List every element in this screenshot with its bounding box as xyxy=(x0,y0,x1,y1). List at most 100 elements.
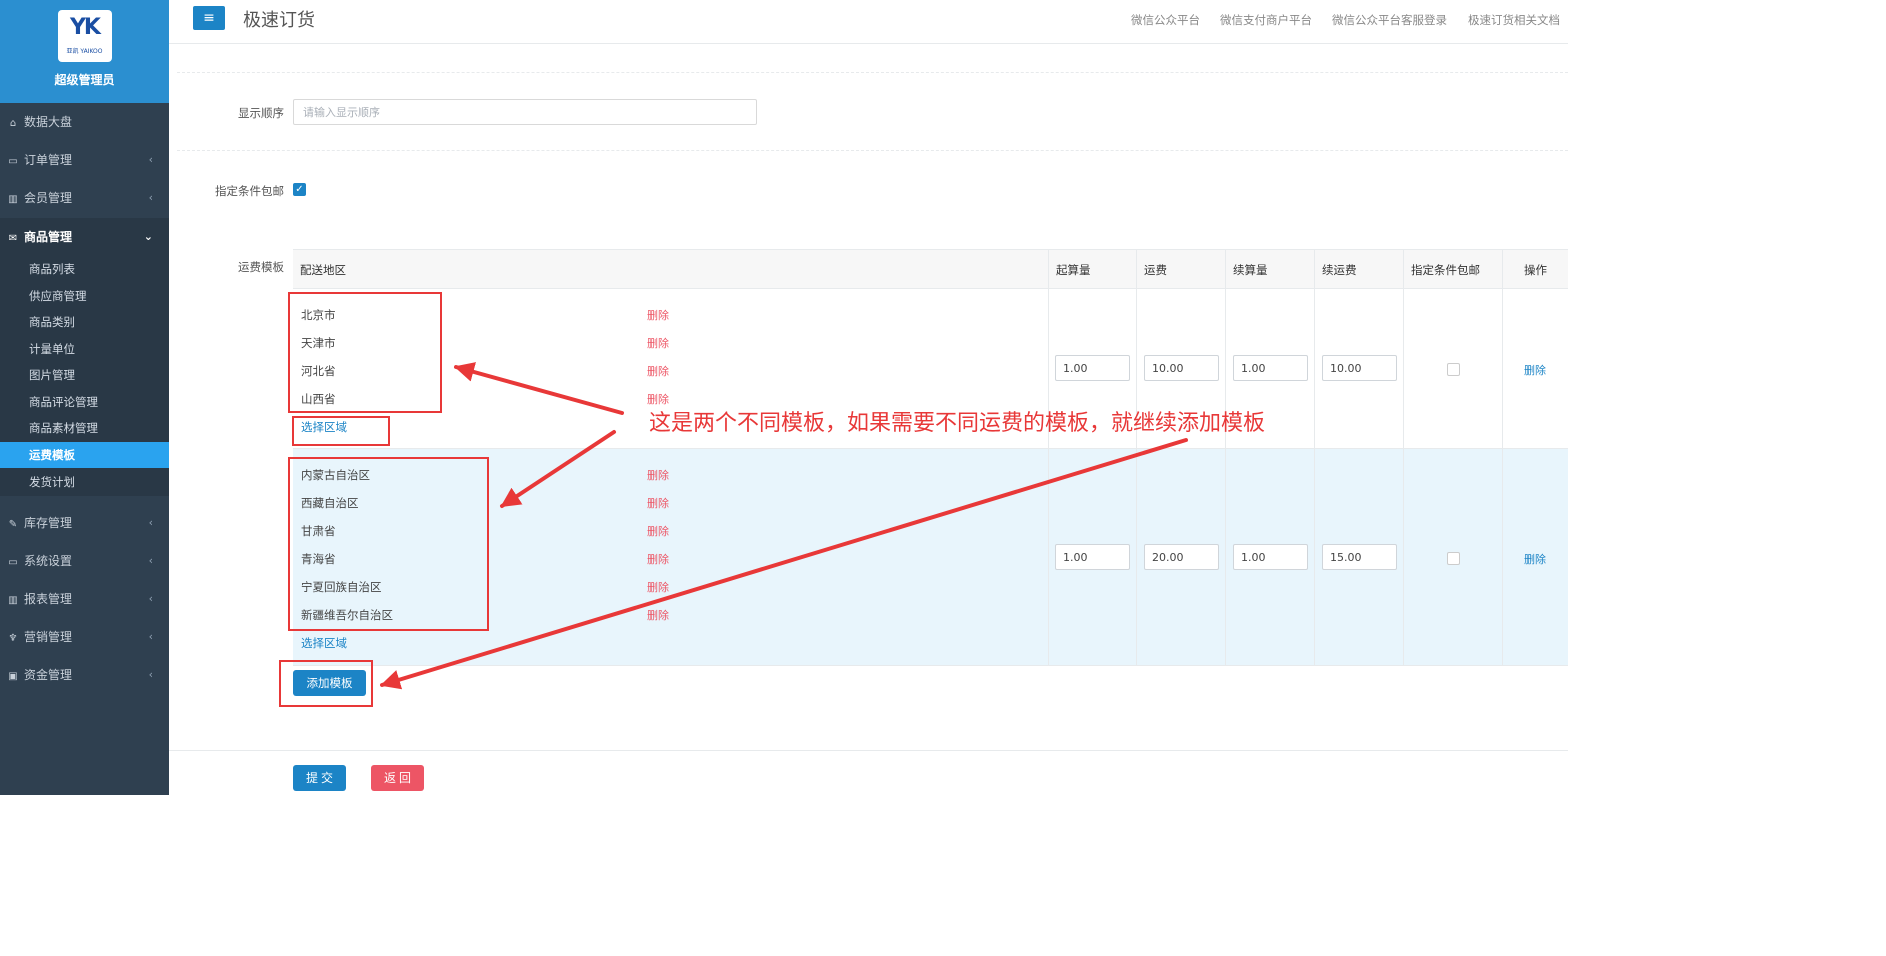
region-delete-link[interactable]: 删除 xyxy=(647,523,669,539)
region-delete-link[interactable]: 删除 xyxy=(647,307,669,323)
products-submenu: 商品列表 供应商管理 商品类别 计量单位 图片管理 商品评论管理 商品素材管理 … xyxy=(0,256,169,496)
sidebar-item-reports[interactable]: ▥ 报表管理 ‹ xyxy=(0,580,169,618)
col-separator xyxy=(1502,289,1503,448)
chevron-left-icon: ‹ xyxy=(148,592,153,605)
region-name: 西藏自治区 xyxy=(301,496,359,510)
fee-input[interactable] xyxy=(1144,544,1219,570)
top-header: ≡ 极速订货 微信公众平台 微信支付商户平台 微信公众平台客服登录 极速订货相关… xyxy=(169,0,1568,44)
row-delete-link[interactable]: 删除 xyxy=(1524,551,1546,567)
order-icon: ▭ xyxy=(8,156,18,167)
region-name: 甘肃省 xyxy=(301,524,336,538)
report-icon: ▥ xyxy=(8,595,18,606)
region-delete-link[interactable]: 删除 xyxy=(647,579,669,595)
col-separator xyxy=(1048,449,1049,665)
submenu-item-materials[interactable]: 商品素材管理 xyxy=(0,415,169,441)
link-wechat-pay-merchant[interactable]: 微信支付商户平台 xyxy=(1220,12,1312,28)
hamburger-icon: ≡ xyxy=(203,10,215,26)
th-region: 配送地区 xyxy=(293,250,1049,290)
envelope-icon: ✉ xyxy=(8,233,18,244)
divider xyxy=(177,72,1568,73)
sidebar-item-orders[interactable]: ▭ 订单管理 ‹ xyxy=(0,141,169,179)
extra-qty-input[interactable] xyxy=(1233,544,1308,570)
link-wechat-platform[interactable]: 微信公众平台 xyxy=(1131,12,1200,28)
th-extra-qty: 续算量 xyxy=(1226,250,1315,290)
region-delete-link[interactable]: 删除 xyxy=(647,335,669,351)
col-separator xyxy=(1136,449,1137,665)
app-root: YK 亚凯 YAIKOO 超级管理员 ⌂ 数据大盘 ▭ 订单管理 ‹ ▥ 会员管理 ‹… xyxy=(0,0,1568,795)
order-label: 显示顺序 xyxy=(238,106,284,120)
select-region-link[interactable]: 选择区域 xyxy=(301,635,347,651)
region-delete-link[interactable]: 删除 xyxy=(647,467,669,483)
sidebar-item-dashboard[interactable]: ⌂ 数据大盘 xyxy=(0,103,169,141)
submenu-item-delivery-plan[interactable]: 发货计划 xyxy=(0,469,169,495)
start-qty-input[interactable] xyxy=(1055,544,1130,570)
logo-mark: YK xyxy=(70,15,101,40)
money-icon: ▣ xyxy=(8,671,18,682)
region-delete-link[interactable]: 删除 xyxy=(647,495,669,511)
home-icon: ⌂ xyxy=(9,118,17,129)
submenu-item-categories[interactable]: 商品类别 xyxy=(0,309,169,335)
region-name: 北京市 xyxy=(301,308,336,322)
sidebar-item-finance[interactable]: ▣ 资金管理 ‹ xyxy=(0,656,169,694)
display-order-input[interactable] xyxy=(293,99,757,125)
th-extra-fee: 续运费 xyxy=(1315,250,1404,290)
region-delete-link[interactable]: 删除 xyxy=(647,363,669,379)
divider xyxy=(177,150,1568,151)
fee-input[interactable] xyxy=(1144,355,1219,381)
footer-divider xyxy=(169,750,1568,751)
submenu-item-images[interactable]: 图片管理 xyxy=(0,362,169,388)
submit-button[interactable]: 提交 xyxy=(293,765,346,791)
company-logo: YK 亚凯 YAIKOO xyxy=(57,10,112,62)
add-template-button[interactable]: 添加模板 xyxy=(293,670,366,696)
region-name: 内蒙古自治区 xyxy=(301,468,370,482)
col-separator xyxy=(1403,289,1404,448)
check-icon: ✓ xyxy=(295,184,304,195)
logo-subtext: 亚凯 YAIKOO xyxy=(66,48,103,55)
submenu-item-units[interactable]: 计量单位 xyxy=(0,336,169,362)
monitor-icon: ▭ xyxy=(8,557,18,568)
free-shipping-checkbox[interactable]: ✓ xyxy=(293,183,306,196)
th-free-condition: 指定条件包邮 xyxy=(1404,250,1503,290)
user-name[interactable]: 超级管理员 xyxy=(0,71,169,88)
annotation-text: 这是两个不同模板，如果需要不同运费的模板，就继续添加模板 xyxy=(649,411,1266,436)
start-qty-input[interactable] xyxy=(1055,355,1130,381)
sidebar-item-inventory[interactable]: ✎ 库存管理 ‹ xyxy=(0,504,169,542)
sidebar-item-products[interactable]: ✉ 商品管理 ⌄ xyxy=(0,218,169,256)
col-separator xyxy=(1314,449,1315,665)
sidebar-item-settings[interactable]: ▭ 系统设置 ‹ xyxy=(0,542,169,580)
chevron-left-icon: ‹ xyxy=(148,668,153,681)
th-fee: 运费 xyxy=(1137,250,1226,290)
region-name: 天津市 xyxy=(301,336,336,350)
select-region-link[interactable]: 选择区域 xyxy=(301,419,347,435)
sidebar: YK 亚凯 YAIKOO 超级管理员 ⌂ 数据大盘 ▭ 订单管理 ‹ ▥ 会员管理 ‹… xyxy=(0,0,169,795)
chevron-left-icon: ‹ xyxy=(148,630,153,643)
link-wechat-customer-service[interactable]: 微信公众平台客服登录 xyxy=(1332,12,1447,28)
link-docs[interactable]: 极速订货相关文档 xyxy=(1468,12,1560,28)
submenu-item-reviews[interactable]: 商品评论管理 xyxy=(0,389,169,415)
col-separator xyxy=(1314,289,1315,448)
row-free-checkbox[interactable] xyxy=(1447,363,1460,376)
chevron-left-icon: ‹ xyxy=(148,554,153,567)
row-free-checkbox[interactable] xyxy=(1447,552,1460,565)
region-delete-link[interactable]: 删除 xyxy=(647,551,669,567)
col-separator xyxy=(1403,449,1404,665)
region-name: 山西省 xyxy=(301,392,336,406)
extra-fee-input[interactable] xyxy=(1322,544,1397,570)
region-name: 宁夏回族自治区 xyxy=(301,580,382,594)
region-delete-link[interactable]: 删除 xyxy=(647,607,669,623)
back-button[interactable]: 返回 xyxy=(371,765,424,791)
extra-fee-input[interactable] xyxy=(1322,355,1397,381)
submenu-item-product-list[interactable]: 商品列表 xyxy=(0,256,169,282)
extra-qty-input[interactable] xyxy=(1233,355,1308,381)
region-name: 河北省 xyxy=(301,364,336,378)
row-delete-link[interactable]: 删除 xyxy=(1524,362,1546,378)
edit-icon: ✎ xyxy=(8,519,18,530)
menu-toggle-button[interactable]: ≡ xyxy=(193,6,225,30)
sidebar-item-members[interactable]: ▥ 会员管理 ‹ xyxy=(0,179,169,217)
sidebar-item-marketing[interactable]: ♆ 营销管理 ‹ xyxy=(0,618,169,656)
template-label: 运费模板 xyxy=(238,260,284,274)
chevron-left-icon: ‹ xyxy=(148,191,153,204)
region-name: 青海省 xyxy=(301,552,336,566)
submenu-item-suppliers[interactable]: 供应商管理 xyxy=(0,283,169,309)
submenu-item-shipping-templates[interactable]: 运费模板 xyxy=(0,442,169,468)
